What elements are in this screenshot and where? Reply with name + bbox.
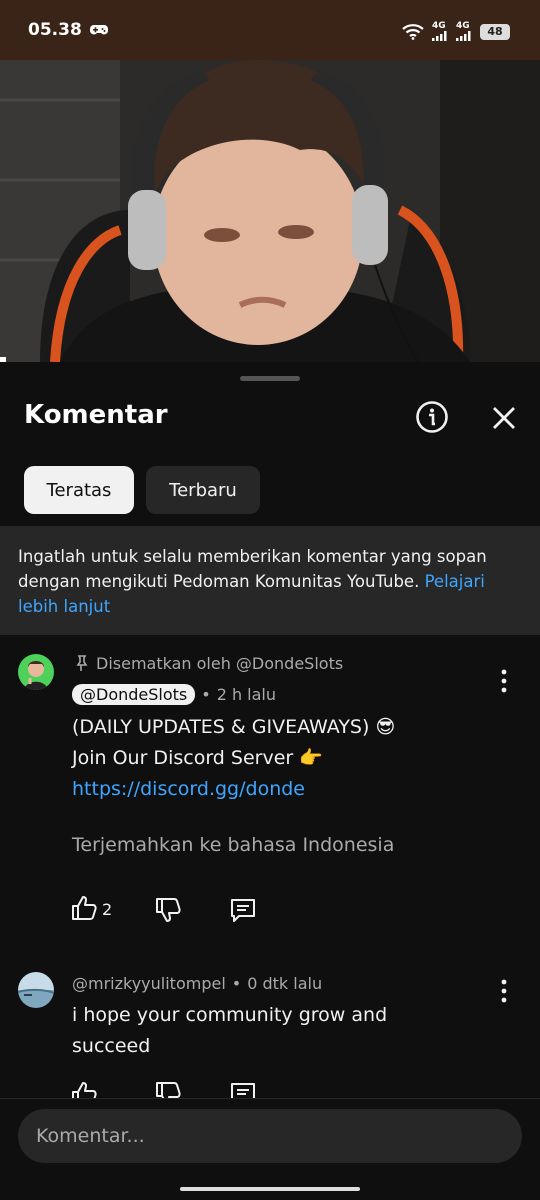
notice-text: Ingatlah untuk selalu memberikan komenta… <box>18 547 487 591</box>
comments-sheet: Komentar Teratas Terbaru Ingatlah untuk … <box>0 362 540 1200</box>
community-guidelines-notice: Ingatlah untuk selalu memberikan komenta… <box>0 526 540 635</box>
comment-author[interactable]: @DondeSlots <box>72 684 196 705</box>
pin-icon <box>76 654 88 671</box>
video-player[interactable] <box>0 60 540 362</box>
meta-separator: • <box>231 974 242 993</box>
network-type-2: 4G <box>456 21 470 31</box>
drag-handle[interactable] <box>240 376 300 381</box>
network-type-1: 4G <box>432 21 446 31</box>
comment-time: 2 h lalu <box>216 685 277 704</box>
comment-line: i hope your community grow and <box>72 1004 388 1026</box>
comment-line: (DAILY UPDATES & GIVEAWAYS) 😎 <box>72 716 396 738</box>
status-bar: 05.38 4G 4G 48 <box>0 0 540 60</box>
more-options-icon[interactable] <box>494 978 514 1004</box>
comment-item: Disematkan oleh @DondeSlots @DondeSlots … <box>0 654 540 944</box>
dislike-icon[interactable] <box>154 896 182 924</box>
avatar-image <box>18 654 54 690</box>
home-indicator[interactable] <box>180 1187 360 1191</box>
battery-indicator: 48 <box>480 23 510 40</box>
like-count: 2 <box>102 900 113 919</box>
comment-body: (DAILY UPDATES & GIVEAWAYS) 😎 Join Our D… <box>72 712 512 805</box>
avatar[interactable] <box>18 972 54 1008</box>
avatar-image <box>18 972 54 1008</box>
more-options-icon[interactable] <box>494 668 514 694</box>
signal-strength-icon <box>432 31 447 41</box>
pinned-label: Disematkan oleh @DondeSlots <box>72 654 343 673</box>
wifi-icon <box>402 23 424 40</box>
signal-2: 4G <box>456 22 472 41</box>
avatar[interactable] <box>18 654 54 690</box>
filter-chip-newest[interactable]: Terbaru <box>146 466 260 514</box>
comment-body: i hope your community grow and succeed <box>72 1000 512 1062</box>
status-time: 05.38 <box>28 20 82 40</box>
comment-time: 0 dtk lalu <box>247 974 323 993</box>
comment-input[interactable] <box>18 1109 522 1163</box>
video-frame <box>0 60 540 362</box>
comment-header: @DondeSlots • 2 h lalu <box>72 684 276 705</box>
comment-line: Join Our Discord Server 👉 <box>72 747 323 769</box>
sheet-title: Komentar <box>24 400 168 430</box>
filter-chip-top[interactable]: Teratas <box>24 466 134 514</box>
comment-item: @mrizkyyulitompel • 0 dtk lalu i hope yo… <box>0 972 540 1106</box>
translate-button[interactable]: Terjemahkan ke bahasa Indonesia <box>72 834 394 856</box>
game-controller-icon <box>89 25 108 35</box>
pinned-by-text: Disematkan oleh @DondeSlots <box>96 654 344 673</box>
reply-icon[interactable] <box>229 896 257 924</box>
signal-strength-icon <box>456 31 471 41</box>
signal-1: 4G <box>432 22 448 41</box>
info-icon[interactable] <box>415 400 449 434</box>
like-icon[interactable] <box>70 894 98 922</box>
comment-line: succeed <box>72 1035 151 1057</box>
comment-input-bar <box>0 1098 540 1200</box>
meta-separator: • <box>201 685 211 704</box>
comment-header: @mrizkyyulitompel • 0 dtk lalu <box>72 974 322 993</box>
comment-author[interactable]: @mrizkyyulitompel <box>72 974 226 993</box>
discord-link[interactable]: https://discord.gg/donde <box>72 774 512 805</box>
close-icon[interactable] <box>490 404 518 432</box>
